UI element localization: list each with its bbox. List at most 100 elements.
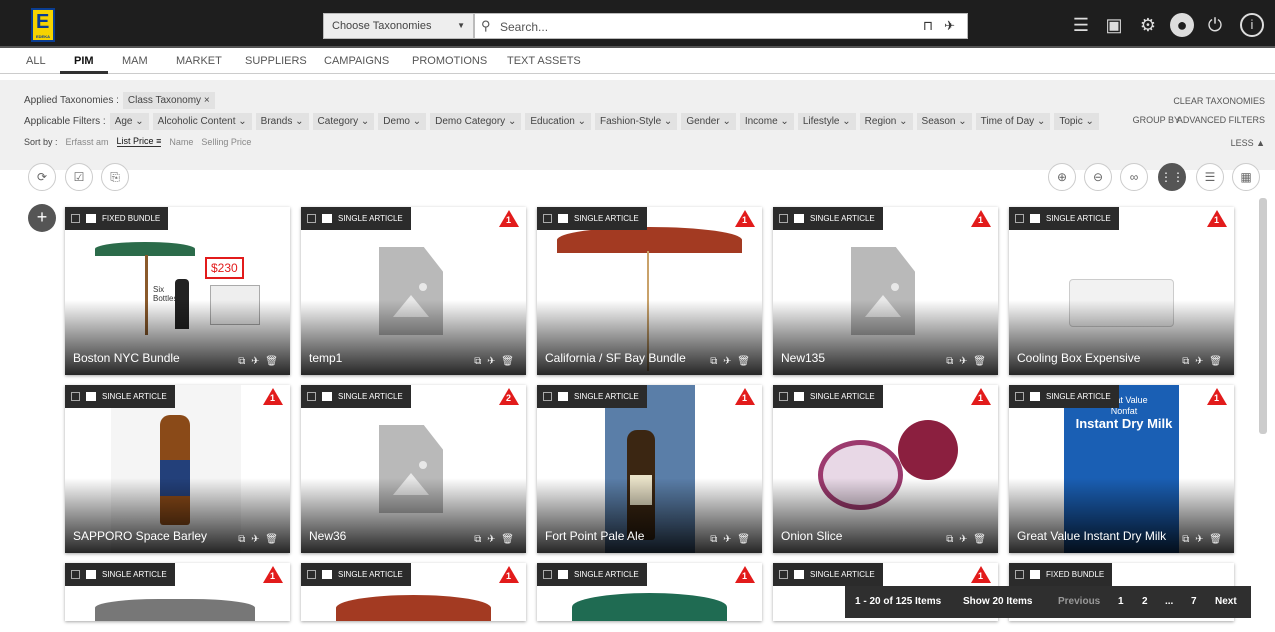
warning-icon[interactable]: 1 [499, 210, 519, 227]
filter-chip[interactable]: Demo Category ⌄ [430, 113, 522, 130]
sort-option-selling-price[interactable]: Selling Price [201, 137, 251, 147]
card-checkbox[interactable] [543, 570, 552, 579]
product-card[interactable]: $230 Six Bottles FIXED BUNDLE Boston NYC Bun… [65, 207, 290, 375]
trash-icon[interactable]: 🗑 [501, 534, 520, 545]
tab-suppliers[interactable]: SUPPLIERS [245, 55, 307, 67]
warning-icon[interactable]: 1 [971, 388, 991, 405]
list-view-icon[interactable]: ☰ [1196, 163, 1224, 191]
tab-text-assets[interactable]: TEXT ASSETS [507, 55, 581, 67]
warning-icon[interactable]: 1 [971, 566, 991, 583]
export-button[interactable]: ⎘ [101, 163, 129, 191]
card-checkbox[interactable] [71, 570, 80, 579]
previous-button[interactable]: Previous [1058, 596, 1100, 607]
pin-icon[interactable]: ✈ [1195, 356, 1209, 367]
product-card[interactable]: SINGLE ARTICLE 1 [301, 563, 526, 621]
filter-chip[interactable]: Lifestyle ⌄ [797, 113, 856, 130]
trash-icon[interactable]: 🗑 [1209, 356, 1228, 367]
search-input[interactable]: ⚲ Search... ⊓ ✈ [474, 13, 968, 39]
copy-icon[interactable]: ⧉ [1182, 356, 1195, 367]
grid-view-icon[interactable]: ⋮⋮ [1158, 163, 1186, 191]
filter-chip[interactable]: Alcoholic Content ⌄ [152, 113, 252, 130]
copy-icon[interactable]: ⧉ [238, 356, 251, 367]
calendar-view-icon[interactable]: ▦ [1232, 163, 1260, 191]
filter-chip[interactable]: Gender ⌄ [681, 113, 736, 130]
product-card[interactable]: SINGLE ARTICLE 2 New36 ⧉✈🗑 [301, 385, 526, 553]
warning-icon[interactable]: 2 [499, 388, 519, 405]
card-title[interactable]: Cooling Box Expensive [1017, 351, 1140, 366]
card-title[interactable]: New36 [309, 529, 346, 544]
checklist-icon[interactable]: ☰ [1069, 13, 1093, 37]
group-by-link[interactable]: GROUP BY [1133, 115, 1180, 125]
power-icon[interactable]: ⏻ [1203, 13, 1227, 37]
copy-icon[interactable]: ⧉ [946, 356, 959, 367]
filter-chip[interactable]: Age ⌄ [109, 113, 149, 130]
product-card[interactable]: SINGLE ARTICLE 1 Fort Point Pale Ale ⧉✈🗑 [537, 385, 762, 553]
copy-icon[interactable]: ⧉ [710, 534, 723, 545]
warning-icon[interactable]: 1 [263, 388, 283, 405]
sort-option-erfasst[interactable]: Erfasst am [66, 137, 109, 147]
filter-chip[interactable]: Category ⌄ [312, 113, 375, 130]
taxonomy-chip[interactable]: Class Taxonomy × [122, 92, 215, 109]
sort-option-list-price[interactable]: List Price ≡ [116, 136, 162, 147]
page-1-button[interactable]: 1 [1118, 596, 1124, 607]
tab-pim[interactable]: PIM [74, 55, 94, 67]
pin-icon[interactable]: ✈ [251, 356, 265, 367]
card-title[interactable]: Onion Slice [781, 529, 842, 544]
product-card[interactable]: SINGLE ARTICLE 1 [537, 563, 762, 621]
trash-icon[interactable]: 🗑 [1209, 534, 1228, 545]
product-card[interactable]: SINGLE ARTICLE 1 temp1 ⧉✈🗑 [301, 207, 526, 375]
card-checkbox[interactable] [307, 392, 316, 401]
card-checkbox[interactable] [543, 392, 552, 401]
copy-icon[interactable]: ⧉ [710, 356, 723, 367]
card-checkbox[interactable] [71, 392, 80, 401]
warning-icon[interactable]: 1 [735, 388, 755, 405]
gear-icon[interactable]: ⚙ [1136, 13, 1160, 37]
select-all-button[interactable]: ☑ [65, 163, 93, 191]
filter-chip[interactable]: Income ⌄ [739, 113, 794, 130]
copy-icon[interactable]: ⧉ [474, 356, 487, 367]
filter-chip[interactable]: Time of Day ⌄ [975, 113, 1051, 130]
card-checkbox[interactable] [71, 214, 80, 223]
warning-icon[interactable]: 1 [735, 566, 755, 583]
warning-icon[interactable]: 1 [263, 566, 283, 583]
product-card[interactable]: SINGLE ARTICLE 1 Cooling Box Expensive ⧉✈🗑 [1009, 207, 1234, 375]
pin-icon[interactable]: ✈ [723, 356, 737, 367]
glasses-icon[interactable]: ∞ [1120, 163, 1148, 191]
warning-icon[interactable]: 1 [735, 210, 755, 227]
product-card[interactable]: SINGLE ARTICLE 1 SAPPORO Space Barley ⧉✈🗑 [65, 385, 290, 553]
close-icon[interactable]: × [204, 95, 210, 106]
card-title[interactable]: temp1 [309, 351, 342, 366]
trash-icon[interactable]: 🗑 [501, 356, 520, 367]
card-title[interactable]: Great Value Instant Dry Milk [1017, 529, 1166, 544]
card-title[interactable]: Boston NYC Bundle [73, 351, 180, 366]
trash-icon[interactable]: 🗑 [973, 534, 992, 545]
scrollbar[interactable] [1259, 198, 1267, 434]
card-checkbox[interactable] [307, 214, 316, 223]
pin-icon[interactable]: ✈ [251, 534, 265, 545]
info-icon[interactable]: i [1240, 13, 1264, 37]
edeka-logo[interactable]: E EDEKA [31, 8, 55, 42]
copy-icon[interactable]: ⧉ [238, 534, 251, 545]
sort-option-name[interactable]: Name [169, 137, 193, 147]
product-card[interactable]: SINGLE ARTICLE 1 [65, 563, 290, 621]
card-checkbox[interactable] [779, 570, 788, 579]
card-checkbox[interactable] [307, 570, 316, 579]
product-card[interactable]: Great Value Nonfat Instant Dry Milk SINGLE … [1009, 385, 1234, 553]
tab-mam[interactable]: MAM [122, 55, 148, 67]
trash-icon[interactable]: 🗑 [265, 356, 284, 367]
warning-icon[interactable]: 1 [971, 210, 991, 227]
advanced-filters-link[interactable]: ADVANCED FILTERS [1177, 115, 1265, 125]
page-2-button[interactable]: 2 [1142, 596, 1148, 607]
bookmark-icon[interactable]: ⊓ [923, 18, 933, 34]
card-checkbox[interactable] [779, 214, 788, 223]
filter-chip[interactable]: Fashion-Style ⌄ [595, 113, 678, 130]
warning-icon[interactable]: 1 [499, 566, 519, 583]
refresh-button[interactable]: ⟳ [28, 163, 56, 191]
pin-icon[interactable]: ✈ [487, 356, 501, 367]
filter-chip[interactable]: Demo ⌄ [378, 113, 427, 130]
card-checkbox[interactable] [1015, 392, 1024, 401]
zoom-in-icon[interactable]: ⊕ [1048, 163, 1076, 191]
pin-icon[interactable]: ✈ [959, 534, 973, 545]
tab-promotions[interactable]: PROMOTIONS [412, 55, 487, 67]
product-card[interactable]: SINGLE ARTICLE 1 Onion Slice ⧉✈🗑 [773, 385, 998, 553]
